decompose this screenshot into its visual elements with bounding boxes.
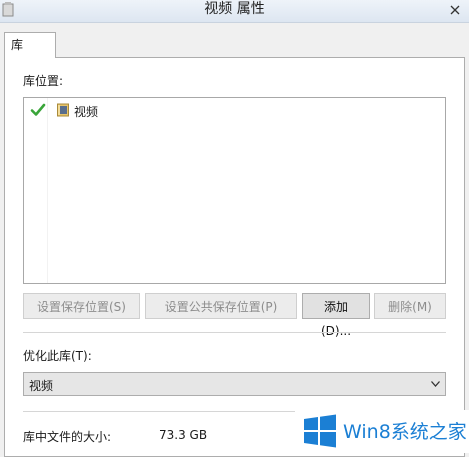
optimize-label: 优化此库(T): bbox=[23, 349, 92, 363]
close-icon bbox=[450, 5, 460, 15]
library-location-label: 视频 bbox=[74, 105, 99, 119]
library-size-value: 73.3 GB bbox=[159, 428, 208, 442]
tab-library-label: 库 bbox=[11, 38, 24, 52]
tab-library[interactable]: 库 bbox=[4, 32, 56, 58]
folder-icon bbox=[57, 103, 69, 117]
title-bar: 视频 属性 bbox=[0, 0, 469, 23]
library-size-label: 库中文件的大小: bbox=[23, 430, 112, 444]
close-button[interactable] bbox=[441, 0, 469, 20]
library-locations-label: 库位置: bbox=[23, 74, 64, 88]
optimize-select[interactable]: 视频 bbox=[23, 372, 446, 396]
add-button[interactable]: 添加(D)... bbox=[302, 293, 370, 338]
library-locations-list[interactable]: 视频 bbox=[23, 97, 446, 284]
divider bbox=[23, 332, 446, 333]
list-column-divider bbox=[47, 98, 48, 283]
check-icon bbox=[30, 103, 46, 116]
watermark-text: Win8系统之家 bbox=[343, 421, 467, 443]
optimize-select-value: 视频 bbox=[29, 379, 54, 393]
window-title: 视频 属性 bbox=[204, 1, 265, 17]
remove-button[interactable]: 删除(M) bbox=[374, 293, 446, 319]
watermark: Win8系统之家 bbox=[295, 410, 469, 453]
list-item[interactable]: 视频 bbox=[24, 102, 445, 120]
set-public-save-location-button[interactable]: 设置公共保存位置(P) bbox=[145, 293, 297, 319]
dropdown-arrow-icon bbox=[431, 381, 440, 387]
windows-logo-icon bbox=[304, 414, 336, 448]
set-save-location-button[interactable]: 设置保存位置(S) bbox=[23, 293, 140, 319]
